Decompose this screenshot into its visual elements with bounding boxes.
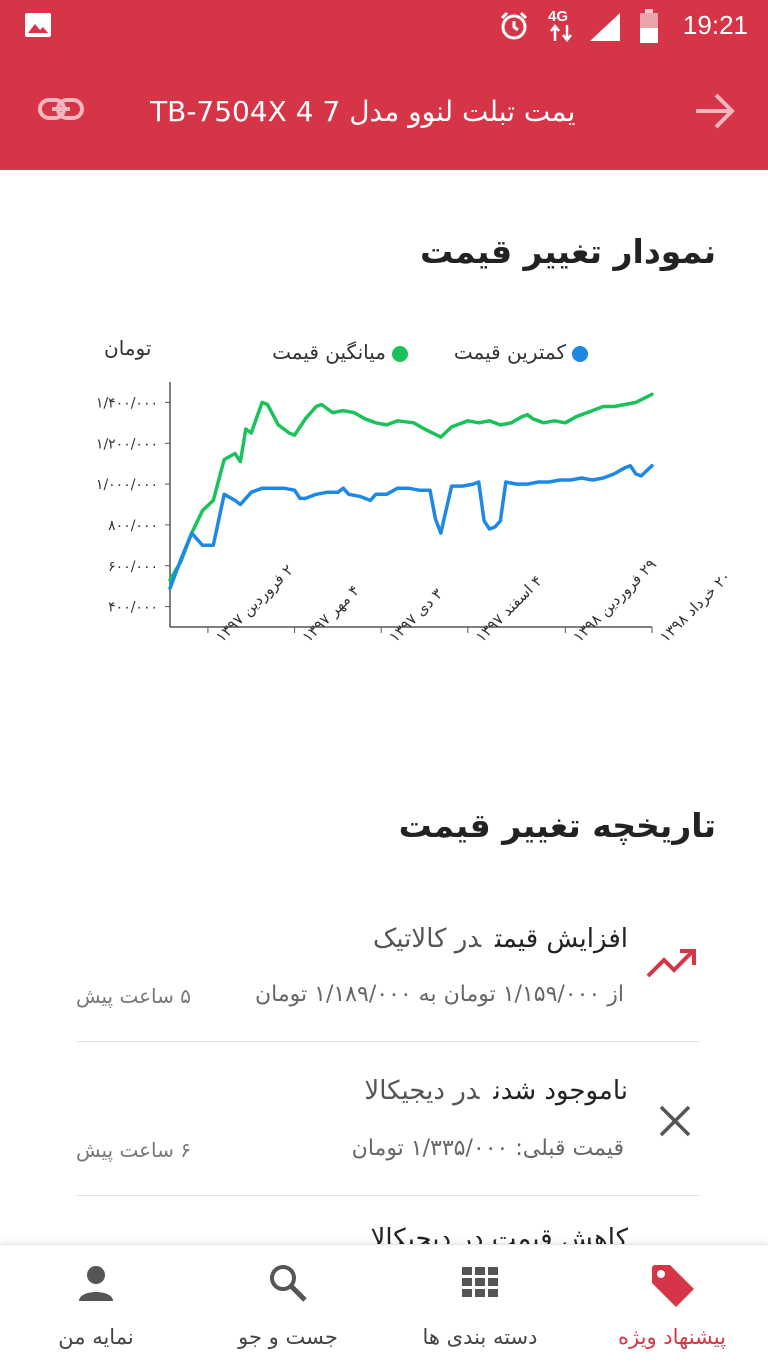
nav-label: پیشنهاد ویژه xyxy=(618,1325,726,1349)
nav-label: دسته بندی ها xyxy=(422,1325,538,1349)
history-store: در دیجیکالا xyxy=(364,1076,480,1106)
history-item[interactable]: افزایش قیمت در کالاتیک از ۱/۱۵۹/۰۰۰ تومان… xyxy=(76,910,700,1040)
history-time: ۶ ساعت پیش xyxy=(76,1138,191,1162)
search-icon xyxy=(270,1265,307,1302)
tag-icon xyxy=(652,1265,694,1307)
nav-label: نمایه من xyxy=(58,1325,134,1349)
divider xyxy=(76,1041,700,1042)
x-tick-label: ۲۰ خرداد ۱۳۹۸ xyxy=(656,567,734,645)
y-tick-label: ۶۰۰/۰۰۰ xyxy=(108,559,158,575)
divider xyxy=(76,1195,700,1196)
history-detail: از ۱/۱۵۹/۰۰۰ تومان به ۱/۱۸۹/۰۰۰ تومان xyxy=(255,982,624,1007)
y-tick-label: ۸۰۰/۰۰۰ xyxy=(108,518,158,534)
history-time: ۵ ساعت پیش xyxy=(76,984,191,1008)
history-store: در کالاتیک xyxy=(373,924,481,954)
history-section-title: تاریخچه تغییر قیمت xyxy=(398,806,716,845)
x-tick-label: ۳ دی ۱۳۹۷ xyxy=(385,585,446,646)
y-tick-label: ۱/۲۰۰/۰۰۰ xyxy=(96,436,158,452)
y-tick-label: ۴۰۰/۰۰۰ xyxy=(108,600,158,616)
nav-categories[interactable]: دسته بندی ها xyxy=(384,1245,576,1366)
nav-special-offers[interactable]: پیشنهاد ویژه xyxy=(576,1245,768,1366)
history-item-title: افزایش قیمت در کالاتیک xyxy=(373,924,628,954)
y-tick-label: ۱/۰۰۰/۰۰۰ xyxy=(96,477,158,493)
history-action: افزایش قیمت xyxy=(494,924,628,954)
x-tick-label: ۴ اسفند ۱۳۹۷ xyxy=(472,572,546,646)
x-tick-label: ۴ مهر ۱۳۹۷ xyxy=(299,581,363,645)
nav-search[interactable]: جست و جو xyxy=(192,1245,384,1366)
close-icon xyxy=(659,1105,691,1137)
trending-up-icon xyxy=(646,949,696,978)
y-tick-label: ۱/۴۰۰/۰۰۰ xyxy=(96,395,158,411)
person-icon xyxy=(79,1266,113,1301)
price-chart: ۱/۴۰۰/۰۰۰ ۱/۲۰۰/۰۰۰ ۱/۰۰۰/۰۰۰ ۸۰۰/۰۰۰ ۶۰۰/۰۰… xyxy=(96,382,735,646)
nav-label: جست و جو xyxy=(238,1325,338,1349)
history-item[interactable]: ناموجود شدن در دیجیکالا قیمت قبلی: ۱/۳۳۵/… xyxy=(76,1064,700,1194)
history-item-title: ناموجود شدن در دیجیکالا xyxy=(364,1076,628,1106)
x-tick-label: ۲۹ فروردین ۱۳۹۸ xyxy=(569,555,660,646)
bottom-nav: پیشنهاد ویژه دسته بندی ها جست و جو نمایه… xyxy=(0,1244,768,1366)
grid-icon xyxy=(462,1267,498,1297)
nav-profile[interactable]: نمایه من xyxy=(0,1245,192,1366)
x-tick-label: ۲ فروردین ۱۳۹۷ xyxy=(212,561,297,646)
history-action: ناموجود شدن xyxy=(493,1076,628,1106)
series-line-minimum xyxy=(168,463,654,590)
history-detail: قیمت قبلی: ۱/۳۳۵/۰۰۰ تومان xyxy=(351,1136,624,1161)
